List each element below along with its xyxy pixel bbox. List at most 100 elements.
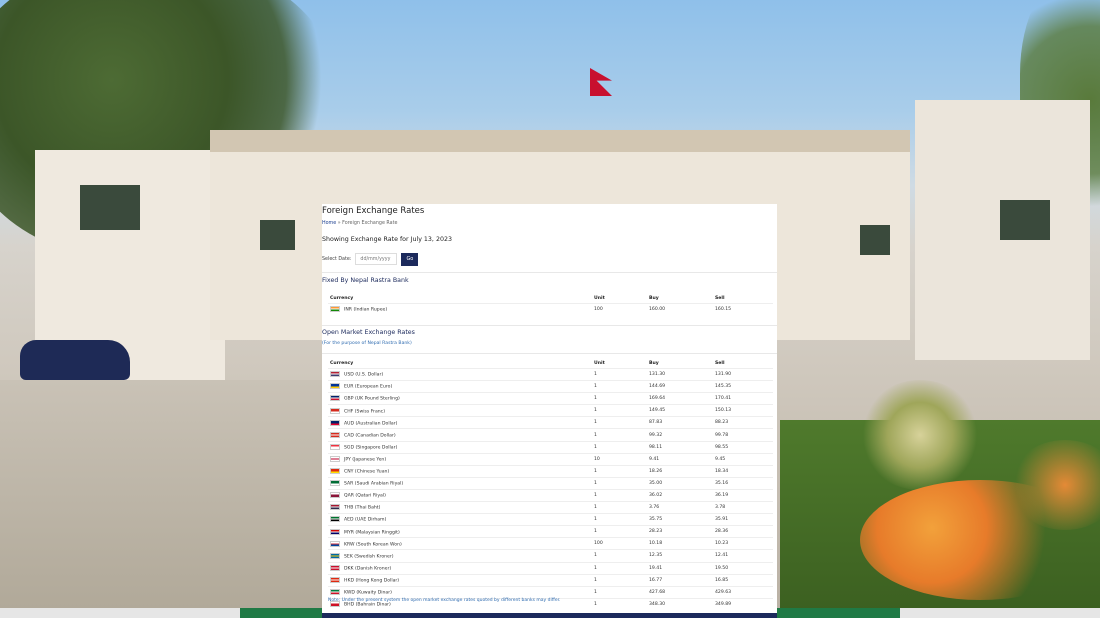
flag-ae-icon [330,516,340,523]
table-row: AUD (Australian Dollar) 1 87.83 88.23 [328,416,773,429]
flag-sg-icon [330,443,340,450]
sell-cell: 35.91 [713,513,773,526]
go-button[interactable]: Go [401,252,419,266]
unit-cell: 1 [592,428,647,442]
open-market-rows: USD (U.S. Dollar) 1 131.30 131.90 EUR (Europ… [328,367,773,610]
currency-cell: AED (UAE Dirham) [328,513,592,526]
sell-cell: 19.50 [713,561,773,575]
unit-cell: 100 [592,537,647,550]
flag-kr-icon [330,540,340,547]
currency-name: HKD (Hong Kong Dollar) [344,578,400,584]
unit-cell: 1 [592,597,647,610]
page-title: Foreign Exchange Rates [322,206,425,216]
window [1000,200,1050,240]
sell-cell: 160.15 [713,303,773,316]
sell-cell: 150.13 [713,404,773,417]
currency-cell: GBP (UK Pound Sterling) [328,392,592,405]
unit-cell: 1 [592,464,647,478]
currency-name: KRW (South Korean Won) [344,542,402,548]
currency-name: DKK (Danish Kroner) [344,566,392,572]
unit-cell: 1 [592,404,647,417]
currency-name: BHD (Bahrain Dinar) [344,602,391,608]
currency-cell: USD (U.S. Dollar) [328,367,592,381]
unit-cell: 1 [592,392,647,405]
car [20,340,130,380]
unit-cell: 1 [592,549,647,562]
open-market-heading: Open Market Exchange Rates [322,329,415,336]
window [80,185,140,230]
table-row: CNY (Chinese Yuan) 1 18.26 18.34 [328,464,773,478]
breadcrumb-separator: » [337,221,341,226]
currency-cell: SAR (Saudi Arabian Riyal) [328,476,592,490]
table-row: CHF (Swiss Franc) 1 149.45 150.13 [328,404,773,417]
buy-cell: 16.77 [647,573,713,587]
buy-cell: 35.00 [647,476,713,490]
buy-cell: 10.18 [647,537,713,550]
date-input[interactable]: dd/mm/yyyy [355,253,398,265]
sell-cell: 36.19 [713,488,773,502]
currency-name: AUD (Australian Dollar) [344,421,398,427]
breadcrumb-current: Foreign Exchange Rate [342,221,398,226]
window [260,220,295,250]
buy-cell: 87.83 [647,416,713,429]
sell-cell: 12.41 [713,549,773,562]
buy-cell: 28.23 [647,525,713,538]
sell-cell: 98.55 [713,440,773,454]
table-row: SGD (Singapore Dollar) 1 98.11 98.55 [328,440,773,454]
unit-cell: 1 [592,501,647,514]
buy-cell: 12.35 [647,549,713,562]
sell-cell: 145.35 [713,380,773,393]
col-unit: Unit [594,361,605,366]
currency-name: KWD (Kuwaity Dinar) [344,590,392,596]
flag-in-icon [330,306,340,313]
currency-cell: EUR (European Euro) [328,380,592,393]
open-market-subtitle: (For the purpose of Nepal Rastra Bank) [322,341,412,346]
table-header-row: Currency Unit Buy Sell [328,359,773,369]
currency-name: CAD (Canadian Dollar) [344,433,396,439]
flag-ch-icon [330,407,340,414]
unit-cell: 100 [592,303,647,316]
fixed-rate-table: Currency Unit Buy Sell INR (Indian Rupee… [328,294,773,316]
buy-cell: 98.11 [647,440,713,454]
table-row: GBP (UK Pound Sterling) 1 169.64 170.41 [328,392,773,405]
showing-date-heading: Showing Exchange Rate for July 13, 2023 [322,236,452,243]
panel-footer-bar [322,613,777,618]
buy-cell: 149.45 [647,404,713,417]
breadcrumb-home-link[interactable]: Home [322,221,336,226]
buy-cell: 144.69 [647,380,713,393]
currency-cell: MYR (Malaysian Ringgit) [328,525,592,538]
flag-au-icon [330,419,340,426]
buy-cell: 36.02 [647,488,713,502]
unit-cell: 1 [592,585,647,599]
flag-ca-icon [330,431,340,438]
currency-cell: AUD (Australian Dollar) [328,416,592,429]
flag-qa-icon [330,492,340,499]
currency-name: GBP (UK Pound Sterling) [344,396,400,402]
table-row: INR (Indian Rupee) 100 160.00 160.15 [328,303,773,316]
rates-note: Note: Under the present system the open … [328,598,561,603]
unit-cell: 1 [592,513,647,526]
unit-cell: 1 [592,440,647,454]
buy-cell: 3.76 [647,501,713,514]
sell-cell: 170.41 [713,392,773,405]
unit-cell: 1 [592,476,647,490]
table-row: KWD (Kuwaity Dinar) 1 427.68 429.63 [328,585,773,599]
flag-se-icon [330,552,340,559]
table-row: SEK (Swedish Kroner) 1 12.35 12.41 [328,549,773,562]
flag-th-icon [330,504,340,511]
table-row: CAD (Canadian Dollar) 1 99.32 99.78 [328,428,773,442]
currency-name: USD (U.S. Dollar) [344,372,384,378]
flag-my-icon [330,528,340,535]
flag-jp-icon [330,455,340,462]
col-currency: Currency [330,361,354,366]
table-row: DKK (Danish Kroner) 1 19.41 19.50 [328,561,773,575]
fixed-rate-heading: Fixed By Nepal Rastra Bank [322,277,409,284]
table-row: USD (U.S. Dollar) 1 131.30 131.90 [328,367,773,381]
sell-cell: 99.78 [713,428,773,442]
buy-cell: 99.32 [647,428,713,442]
col-sell: Sell [715,296,725,301]
sell-cell: 28.36 [713,525,773,538]
currency-name: JPY (Japanese Yen) [344,457,387,463]
currency-cell: CAD (Canadian Dollar) [328,428,592,442]
sell-cell: 9.45 [713,452,773,466]
